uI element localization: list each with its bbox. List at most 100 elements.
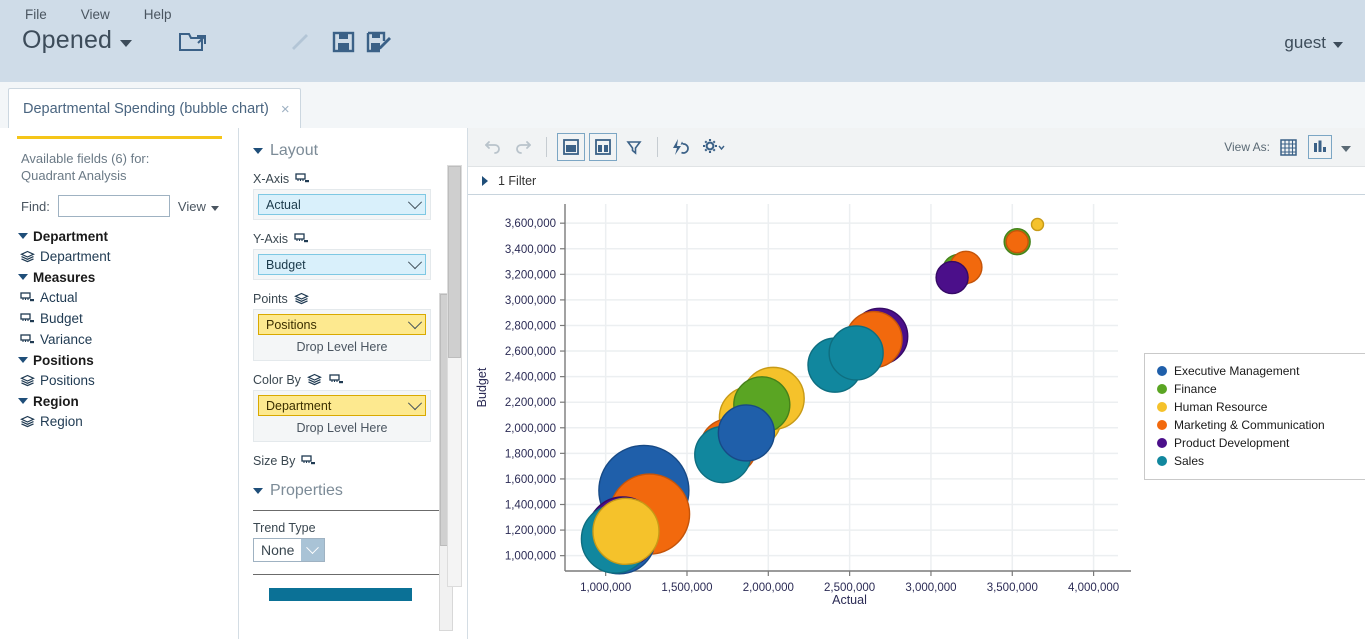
x-axis-shelf[interactable]: Actual <box>253 189 431 220</box>
user-menu[interactable]: guest <box>1284 33 1343 53</box>
chevron-down-icon[interactable] <box>1341 146 1351 152</box>
view-as-label: View As: <box>1224 140 1270 154</box>
field-item-budget[interactable]: Budget <box>20 308 238 329</box>
expand-triangle-icon[interactable] <box>482 175 488 186</box>
points-drop-level-target[interactable]: Drop Level Here <box>258 335 426 356</box>
field-group-label: Region <box>33 393 79 409</box>
field-group-measures[interactable]: Measures <box>18 267 238 287</box>
field-item-variance[interactable]: Variance <box>20 329 238 350</box>
field-group-positions[interactable]: Positions <box>18 350 238 370</box>
toolbar-separator <box>657 137 658 157</box>
triangle-down-icon <box>18 357 28 363</box>
measure-icon <box>329 373 345 387</box>
bubble-point[interactable] <box>1005 230 1029 254</box>
properties-panel-toggle-icon[interactable] <box>589 133 617 161</box>
layout-panel-toggle-icon[interactable] <box>557 133 585 161</box>
bubble-point[interactable] <box>717 404 776 462</box>
bubble-point[interactable] <box>1030 217 1045 232</box>
chevron-down-icon <box>1333 42 1343 48</box>
panel-outer-scrollbar[interactable] <box>447 165 462 587</box>
filter-count-label[interactable]: 1 Filter <box>498 174 536 188</box>
x-axis-title: Actual <box>832 593 867 607</box>
chart-legend: Executive Management Finance Human Resourc… <box>1144 353 1365 480</box>
field-item-department[interactable]: Department <box>20 246 238 267</box>
y-axis-shelf[interactable]: Budget <box>253 249 431 280</box>
tab-label: Departmental Spending (bubble chart) <box>23 101 269 117</box>
legend-label: Executive Management <box>1174 364 1300 378</box>
legend-label: Finance <box>1174 382 1217 396</box>
field-item-positions[interactable]: Positions <box>20 370 238 391</box>
y-axis-field-pill[interactable]: Budget <box>258 254 426 275</box>
field-group-region[interactable]: Region <box>18 391 238 411</box>
field-item-label: Department <box>40 249 111 264</box>
measure-icon <box>301 454 317 468</box>
close-icon[interactable]: × <box>281 102 290 117</box>
legend-label: Product Development <box>1174 436 1290 450</box>
view-menu-button[interactable]: View <box>178 199 219 214</box>
auto-refresh-icon[interactable] <box>666 132 696 162</box>
opened-label: Opened <box>22 26 113 54</box>
trend-type-select[interactable]: None <box>253 538 326 562</box>
properties-section-label: Properties <box>270 482 343 499</box>
menu-item-help[interactable]: Help <box>141 5 175 24</box>
legend-item[interactable]: Marketing & Communication <box>1157 416 1357 434</box>
save-as-icon[interactable] <box>366 30 392 59</box>
points-shelf[interactable]: Positions Drop Level Here <box>253 309 431 361</box>
dimension-icon <box>20 415 36 429</box>
x-axis-field-pill[interactable]: Actual <box>258 194 426 215</box>
points-label-row: Points <box>253 292 467 306</box>
tab-strip: Departmental Spending (bubble chart) × <box>0 82 1365 129</box>
find-input[interactable] <box>57 195 170 217</box>
field-group-department[interactable]: Department <box>18 226 238 246</box>
field-group-label: Positions <box>33 352 94 368</box>
color-by-field-value: Department <box>266 398 332 413</box>
measure-icon <box>295 172 311 186</box>
points-field-pill[interactable]: Positions <box>258 314 426 335</box>
field-item-region[interactable]: Region <box>20 411 238 432</box>
settings-gear-icon[interactable] <box>696 132 730 162</box>
layout-section-header[interactable]: Layout <box>253 142 467 160</box>
chevron-down-icon[interactable] <box>301 539 325 561</box>
ghost-icon <box>288 30 312 59</box>
y-tick-label: 1,600,000 <box>505 474 556 486</box>
menu-item-view[interactable]: View <box>78 5 113 24</box>
dimension-icon <box>20 250 36 264</box>
legend-item[interactable]: Product Development <box>1157 434 1357 452</box>
color-by-drop-level-target[interactable]: Drop Level Here <box>258 416 426 437</box>
trend-type-label: Trend Type <box>253 521 316 535</box>
x-tick-label: 3,000,000 <box>905 582 956 594</box>
grid-view-icon[interactable] <box>1277 136 1299 158</box>
bubble-point[interactable] <box>828 325 884 381</box>
chart-area: View As: 1 Filter 1,000,000 1,200,000 1,40… <box>468 128 1365 639</box>
field-item-label: Positions <box>40 373 95 388</box>
field-item-actual[interactable]: Actual <box>20 287 238 308</box>
undo-icon[interactable] <box>478 132 508 162</box>
x-tick-label: 1,500,000 <box>661 582 712 594</box>
legend-item[interactable]: Human Resource <box>1157 398 1357 416</box>
opened-dropdown[interactable]: Opened <box>22 26 133 55</box>
chevron-down-icon <box>407 314 423 329</box>
apply-button[interactable] <box>269 588 412 601</box>
menu-item-file[interactable]: File <box>22 5 50 24</box>
application-window: File View Help Opened guest Departmental… <box>0 0 1365 639</box>
find-label: Find: <box>21 198 50 214</box>
filter-icon[interactable] <box>619 132 649 162</box>
legend-color-swatch <box>1157 384 1167 394</box>
redo-icon[interactable] <box>508 132 538 162</box>
chart-view-icon[interactable] <box>1308 135 1332 159</box>
trend-type-value: None <box>254 539 302 561</box>
bubble-point[interactable] <box>935 260 969 295</box>
color-by-field-pill[interactable]: Department <box>258 395 426 416</box>
x-tick-label: 4,000,000 <box>1068 582 1119 594</box>
color-by-shelf[interactable]: Department Drop Level Here <box>253 390 431 442</box>
y-tick-label: 3,600,000 <box>505 218 556 230</box>
legend-item[interactable]: Finance <box>1157 380 1357 398</box>
bubble-point[interactable] <box>592 497 660 566</box>
open-folder-icon[interactable] <box>178 28 208 59</box>
y-axis-title: Budget <box>475 367 489 407</box>
save-icon[interactable] <box>332 30 356 59</box>
legend-item[interactable]: Sales <box>1157 452 1357 470</box>
properties-section-header[interactable]: Properties <box>253 482 467 500</box>
legend-item[interactable]: Executive Management <box>1157 362 1357 380</box>
tab-departmental-spending[interactable]: Departmental Spending (bubble chart) × <box>8 88 301 129</box>
